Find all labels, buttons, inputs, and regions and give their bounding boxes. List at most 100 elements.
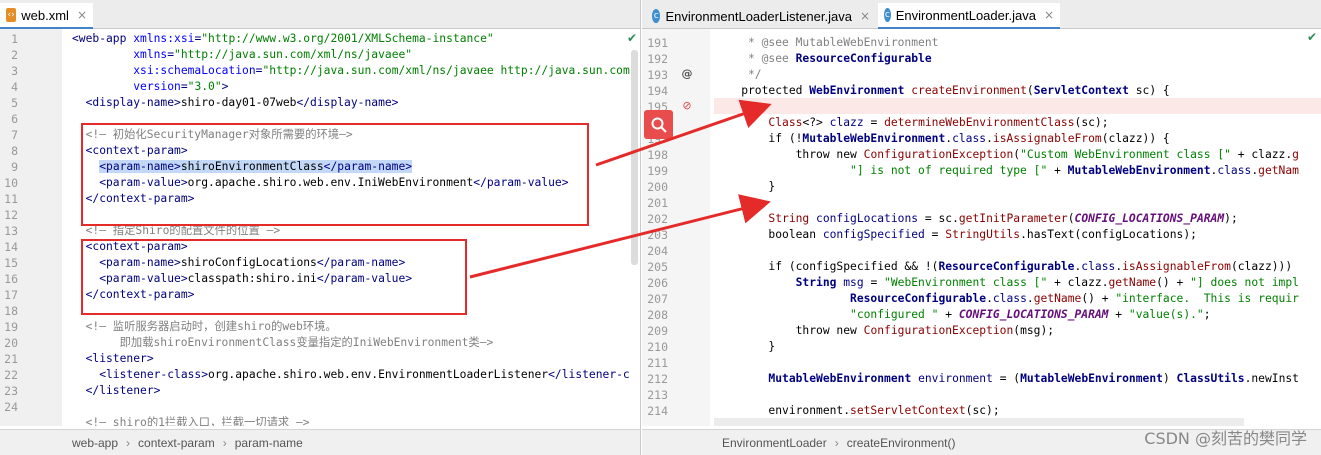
code-line[interactable]: xmlns="http://java.sun.com/xml/ns/javaee… — [72, 47, 412, 63]
annotation-box-environment-class — [81, 123, 589, 226]
code-token: . — [986, 132, 993, 145]
close-icon[interactable]: × — [77, 8, 87, 22]
java-code-area[interactable]: * @see MutableWebEnvironment * @see Reso… — [714, 29, 1321, 426]
line-number: 208 — [647, 308, 668, 322]
breadcrumb-separator: › — [126, 435, 131, 450]
code-token: <listener-class> — [72, 368, 209, 381]
code-token: . — [1026, 292, 1034, 305]
code-line[interactable]: <!— shiro的1拦截入口，拦截一切请求 —> — [72, 415, 310, 426]
code-token: msg — [843, 276, 864, 289]
line-number: 204 — [647, 244, 668, 258]
search-icon — [651, 117, 667, 133]
code-token: MutableWebEnvironment — [1067, 164, 1211, 177]
code-token: * — [714, 52, 762, 65]
line-number: 213 — [647, 388, 668, 402]
line-number: 9 — [11, 160, 18, 174]
code-token: + — [1108, 308, 1129, 321]
xml-file-icon: ‹› — [6, 8, 17, 22]
line-number: 23 — [4, 384, 18, 398]
line-number: 24 — [4, 400, 18, 414]
code-line[interactable]: * @see MutableWebEnvironment — [714, 35, 938, 51]
breadcrumb-item-web-app[interactable]: web-app — [72, 436, 118, 450]
code-line[interactable]: xsi:schemaLocation="http://java.sun.com/… — [72, 63, 630, 79]
code-token: ServletContext — [1033, 84, 1136, 97]
code-token: getInitParameter — [958, 212, 1068, 225]
code-token: environment — [918, 372, 993, 385]
code-line[interactable]: throw new ConfigurationException(msg); — [714, 323, 1054, 339]
code-line[interactable]: if (!MutableWebEnvironment.class.isAssig… — [714, 131, 1169, 147]
code-line[interactable]: if (configSpecified && !(ResourceConfigu… — [714, 259, 1292, 275]
code-line[interactable]: throw new ConfigurationException("Custom… — [714, 147, 1299, 163]
code-line[interactable]: "] is not of required type [" + MutableW… — [714, 163, 1299, 179]
code-line[interactable]: <listener-class>org.apache.shiro.web.env… — [72, 367, 630, 383]
code-token: "3.0" — [187, 80, 222, 93]
code-line[interactable]: </listener> — [72, 383, 161, 399]
code-token: + — [938, 308, 959, 321]
code-token: (msg); — [1013, 324, 1055, 337]
code-token: (sc); — [1074, 116, 1109, 129]
code-token: getNam — [1258, 164, 1299, 177]
code-token: ConfigurationException — [863, 148, 1014, 161]
code-line[interactable]: Class<?> clazz = determineWebEnvironment… — [714, 115, 1109, 131]
code-token: ConfigurationException — [863, 324, 1014, 337]
code-token: () + — [1156, 276, 1191, 289]
tab-web-xml[interactable]: ‹› web.xml × — [0, 3, 93, 29]
code-line[interactable]: <web-app xmlns:xsi="http://www.w3.org/20… — [72, 31, 494, 47]
code-line[interactable]: "configured " + CONFIG_LOCATIONS_PARAM +… — [714, 307, 1211, 323]
code-token: "configured " — [714, 308, 939, 321]
code-line[interactable]: boolean configSpecified = StringUtils.ha… — [714, 227, 1197, 243]
code-token: version — [133, 80, 181, 93]
close-icon[interactable]: × — [860, 9, 870, 23]
code-token: ResourceConfigurable — [795, 52, 932, 65]
code-line[interactable]: } — [714, 339, 775, 355]
code-token: boolean — [714, 228, 823, 241]
code-token: = sc. — [918, 212, 959, 225]
breadcrumb-item-context-param[interactable]: context-param — [138, 436, 215, 450]
code-line[interactable]: String configLocations = sc.getInitParam… — [714, 211, 1237, 227]
code-line[interactable]: 即加载shiroEnvironmentClass变量指定的IniWebEnvir… — [72, 335, 494, 351]
code-line[interactable]: */ — [714, 67, 762, 83]
code-line[interactable]: protected WebEnvironment createEnvironme… — [714, 83, 1170, 99]
line-number: 194 — [647, 84, 668, 98]
code-token: configLocations — [816, 212, 919, 225]
code-line[interactable]: version="3.0"> — [72, 79, 228, 95]
code-line[interactable]: <display-name>shiro-day01-07web</display… — [72, 95, 399, 111]
line-number: 1 — [11, 32, 18, 46]
code-token: + clazz. — [1047, 276, 1109, 289]
breadcrumb-item-method[interactable]: createEnvironment() — [847, 436, 956, 450]
code-line[interactable]: * @see ResourceConfigurable — [714, 51, 932, 67]
code-line[interactable]: environment.setServletContext(sc); — [714, 403, 999, 419]
breadcrumb-item-param-name[interactable]: param-name — [235, 436, 303, 450]
close-icon[interactable]: × — [1044, 8, 1054, 22]
line-number: 19 — [4, 320, 18, 334]
code-line[interactable]: <listener> — [72, 351, 154, 367]
inspection-ok-icon: ✔ — [627, 31, 638, 45]
code-line[interactable]: ResourceConfigurable.class.getName() + "… — [714, 291, 1299, 307]
code-token: if (! — [714, 132, 803, 145]
code-line[interactable]: <!— 监听服务器启动时，创建shiro的web环境。 — [72, 319, 337, 335]
code-token: */ — [714, 68, 762, 81]
code-token: . — [986, 292, 993, 305]
line-number: 21 — [4, 352, 18, 366]
line-number: 14 — [4, 240, 18, 254]
code-token: ) — [1162, 372, 1177, 385]
code-line[interactable]: } — [714, 179, 775, 195]
tab-environment-loader-listener[interactable]: c EnvironmentLoaderListener.java × — [646, 3, 876, 29]
code-token: WebEnvironment — [809, 84, 912, 97]
xml-code-area[interactable]: <web-app xmlns:xsi = "http://www.w3.org/20… — [72, 29, 632, 426]
code-line[interactable]: MutableWebEnvironment environment = (Mut… — [714, 371, 1299, 387]
line-number: 200 — [647, 180, 668, 194]
line-number: 11 — [4, 192, 18, 206]
line-number: 206 — [647, 276, 668, 290]
breakpoint-icon[interactable]: ⊘ — [680, 99, 694, 113]
breadcrumb-item-class[interactable]: EnvironmentLoader — [722, 436, 827, 450]
code-line[interactable]: String msg = "WebEnvironment class [" + … — [714, 275, 1299, 291]
code-token: </listener-c — [548, 368, 630, 381]
code-token: String — [795, 276, 844, 289]
override-icon[interactable]: @ — [680, 67, 694, 81]
tab-environment-loader[interactable]: c EnvironmentLoader.java × — [878, 3, 1060, 29]
vertical-scrollbar[interactable] — [631, 50, 638, 265]
code-token: } — [714, 340, 776, 353]
search-button[interactable] — [644, 110, 673, 139]
